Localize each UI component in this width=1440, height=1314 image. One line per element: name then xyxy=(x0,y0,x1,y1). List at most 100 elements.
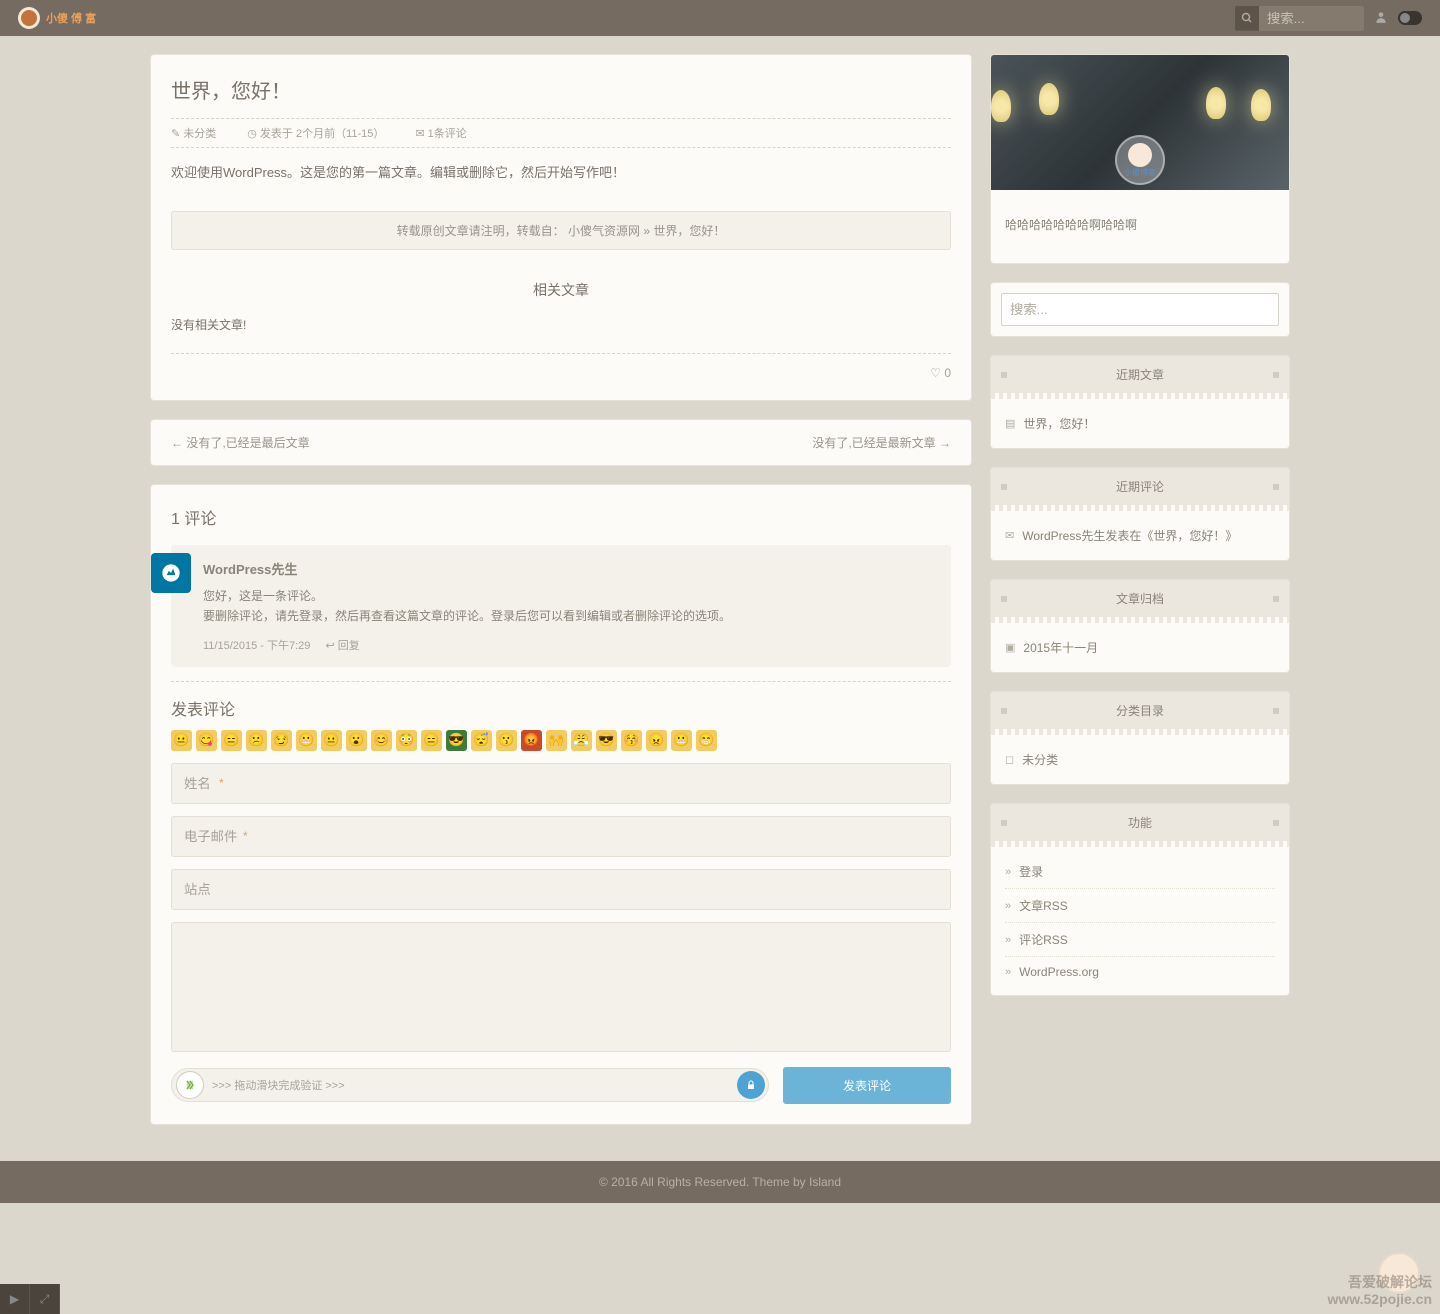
site-field[interactable] xyxy=(171,869,951,910)
chevron-right-icon: » xyxy=(1005,900,1011,912)
category-icon: ✎ xyxy=(171,128,180,140)
emoji-btn[interactable]: 🙌 xyxy=(546,730,567,751)
lock-icon xyxy=(737,1071,765,1099)
arrow-right-icon: → xyxy=(939,436,951,450)
emoji-btn[interactable]: 😕 xyxy=(246,730,267,751)
emoji-btn[interactable]: 😬 xyxy=(296,730,317,751)
like-count: 0 xyxy=(944,366,951,380)
profile-description: 哈哈哈哈哈哈哈啊哈哈啊 xyxy=(991,190,1289,263)
source-notice: 转载原创文章请注明，转载自： 小傻气资源网 » 世界，您好！ xyxy=(171,211,951,250)
emoji-btn[interactable]: 😐 xyxy=(171,730,192,751)
related-heading: 相关文章 xyxy=(171,280,951,300)
profile-widget: 小傻博客 哈哈哈哈哈哈哈啊哈哈啊 xyxy=(990,54,1290,264)
widget-item[interactable]: » 文章RSS xyxy=(1005,889,1275,923)
comment-item: WordPress先生 您好，这是一条评论。 要删除评论，请先登录，然后再查看这… xyxy=(171,545,951,667)
page-footer: © 2016 All Rights Reserved. Theme by Isl… xyxy=(0,1161,1440,1203)
widget-item-text: 评论RSS xyxy=(1019,931,1068,948)
widget-item-text: WordPress.org xyxy=(1019,965,1099,979)
widget-title: 近期文章 xyxy=(991,356,1289,393)
widget-item[interactable]: ✉ WordPress先生发表在《世界，您好！》 xyxy=(1005,519,1275,552)
site-logo[interactable]: 小傻 傅 富 xyxy=(18,7,96,29)
recent-comments-widget: 近期评论 ✉ WordPress先生发表在《世界，您好！》 xyxy=(990,467,1290,561)
emoji-btn[interactable]: 😁 xyxy=(696,730,717,751)
footer-text: © 2016 All Rights Reserved. Theme by Isl… xyxy=(599,1175,841,1189)
divider xyxy=(171,681,951,682)
submit-button[interactable]: 发表评论 xyxy=(783,1067,951,1104)
emoji-btn[interactable]: 😎 xyxy=(596,730,617,751)
reply-icon: ↩ xyxy=(325,640,334,652)
widget-item[interactable]: ▤ 世界，您好！ xyxy=(1005,407,1275,440)
emoji-btn[interactable]: 😏 xyxy=(271,730,292,751)
chat-icon: ✉ xyxy=(1005,529,1014,542)
header-search xyxy=(1235,6,1364,31)
expand-button[interactable]: ⤢ xyxy=(30,1284,60,1314)
emoji-btn[interactable]: 😤 xyxy=(571,730,592,751)
top-right-controls xyxy=(1235,6,1422,31)
name-field[interactable] xyxy=(171,763,951,804)
clock-icon: ◷ xyxy=(247,128,257,140)
emoji-btn[interactable]: 😴 xyxy=(471,730,492,751)
profile-banner: 小傻博客 xyxy=(991,55,1289,190)
emoji-btn[interactable]: 😐 xyxy=(321,730,342,751)
widget-item[interactable]: »登录 xyxy=(1005,855,1275,889)
chevron-right-icon: » xyxy=(1005,866,1011,878)
article-title: 世界，您好！ xyxy=(171,75,951,104)
emoji-btn[interactable]: 😑 xyxy=(221,730,242,751)
widget-item[interactable]: » WordPress.org xyxy=(1005,957,1275,987)
email-field[interactable] xyxy=(171,816,951,857)
widget-item-text: WordPress先生发表在《世界，您好！》 xyxy=(1022,527,1237,544)
theme-toggle[interactable] xyxy=(1398,11,1422,25)
widget-item-text: 文章RSS xyxy=(1019,897,1068,914)
bookmark-icon: ◻ xyxy=(1005,753,1014,766)
emoji-btn[interactable]: 😊 xyxy=(371,730,392,751)
heart-icon[interactable]: ♡ xyxy=(930,366,941,380)
play-button[interactable]: ▶ xyxy=(0,1284,30,1314)
comment-line2: 要删除评论，请先登录，然后再查看这篇文章的评论。登录后您可以看到编辑或者删除评论… xyxy=(203,609,731,623)
comment-textarea[interactable] xyxy=(171,922,951,1052)
prev-post-text: 没有了,已经是最后文章 xyxy=(186,436,309,450)
emoji-picker: 😐 😋 😑 😕 😏 😬 😐 😮 😊 😳 😑 😎 😴 😗 😡 🙌 😤 😎 😚 xyxy=(171,730,951,751)
profile-logo: 小傻博客 xyxy=(1115,135,1165,185)
emoji-btn[interactable]: 😗 xyxy=(496,730,517,751)
emoji-btn[interactable]: 😑 xyxy=(421,730,442,751)
prev-post-link[interactable]: ← 没有了,已经是最后文章 xyxy=(171,434,310,451)
meta-published: 发表于 2个月前（11-15） xyxy=(260,128,385,140)
user-icon[interactable] xyxy=(1374,10,1388,27)
required-mark: * xyxy=(243,829,248,843)
slider-handle[interactable] xyxy=(176,1071,204,1099)
profile-logo-text: 小傻博客 xyxy=(1124,167,1156,178)
sidebar-search-widget xyxy=(990,282,1290,337)
widget-item[interactable]: ◻ 未分类 xyxy=(1005,743,1275,776)
no-related-text: 没有相关文章! xyxy=(171,316,951,333)
widget-item[interactable]: »评论RSS xyxy=(1005,923,1275,957)
slider-text: >>> 拖动滑块完成验证 >>> xyxy=(212,1077,345,1093)
emoji-btn[interactable]: 😎 xyxy=(446,730,467,751)
emoji-btn[interactable]: 😠 xyxy=(646,730,667,751)
categories-widget: 分类目录 ◻ 未分类 xyxy=(990,691,1290,785)
sidebar-search-input[interactable] xyxy=(1001,293,1279,326)
emoji-btn[interactable]: 😋 xyxy=(196,730,217,751)
emoji-btn[interactable]: 😚 xyxy=(621,730,642,751)
emoji-btn[interactable]: 😳 xyxy=(396,730,417,751)
search-input[interactable] xyxy=(1259,6,1364,31)
emoji-btn[interactable]: 😡 xyxy=(521,730,542,751)
widget-item[interactable]: ▣ 2015年十一月 xyxy=(1005,631,1275,664)
chevron-right-icon: » xyxy=(1005,966,1011,978)
captcha-slider: >>> 拖动滑块完成验证 >>> xyxy=(171,1068,769,1102)
emoji-btn[interactable]: 😮 xyxy=(346,730,367,751)
comment-icon: ✉ xyxy=(415,128,424,140)
top-navbar: 小傻 傅 富 xyxy=(0,0,1440,36)
search-icon[interactable] xyxy=(1235,6,1259,30)
like-row: ♡ 0 xyxy=(171,353,951,380)
meta-widget: 功能 »登录 »文章RSS »评论RSS »WordPress.org xyxy=(990,803,1290,996)
watermark-line1: 吾爱破解论坛 xyxy=(1327,1274,1432,1291)
comment-author[interactable]: WordPress先生 xyxy=(203,559,937,578)
reply-link[interactable]: ↩ 回复 xyxy=(325,640,359,652)
meta-comments[interactable]: 1条评论 xyxy=(428,128,467,140)
comments-heading: 1 评论 xyxy=(171,505,951,529)
comment-line1: 您好，这是一条评论。 xyxy=(203,589,323,603)
emoji-btn[interactable]: 😬 xyxy=(671,730,692,751)
meta-category[interactable]: 未分类 xyxy=(183,128,216,140)
next-post-link[interactable]: 没有了,已经是最新文章 → xyxy=(812,434,951,451)
next-post-text: 没有了,已经是最新文章 xyxy=(812,436,935,450)
